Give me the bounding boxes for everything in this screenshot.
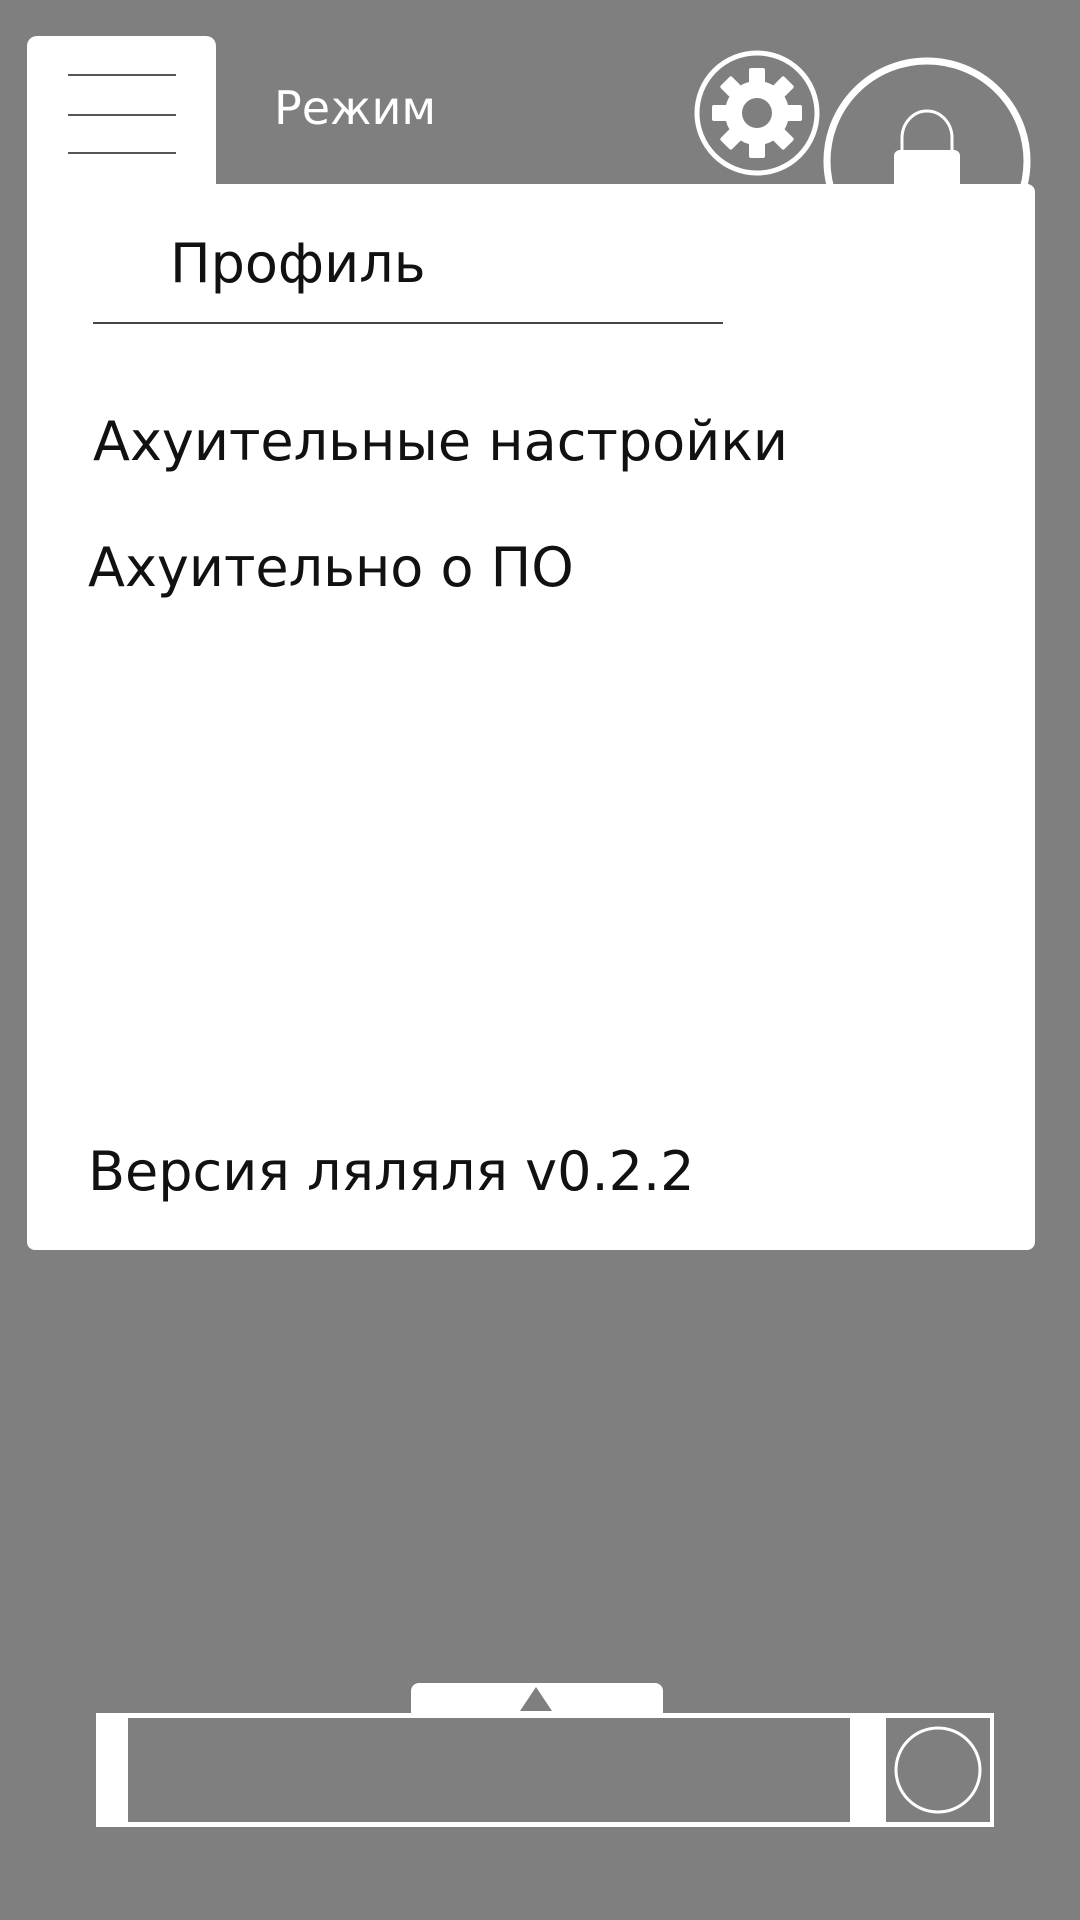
bottom-input-area[interactable] bbox=[128, 1718, 850, 1822]
gear-icon bbox=[694, 50, 820, 176]
profile-title[interactable]: Профиль bbox=[170, 226, 426, 302]
navigation-drawer bbox=[27, 184, 1035, 1250]
app-screen: Режим Профиль Ахуительные настройки Ахуи… bbox=[0, 0, 1080, 1920]
settings-button[interactable] bbox=[694, 50, 820, 176]
bottom-action-button[interactable] bbox=[886, 1718, 990, 1822]
hamburger-icon[interactable] bbox=[68, 74, 176, 154]
triangle-up-icon[interactable] bbox=[520, 1687, 552, 1711]
divider bbox=[93, 322, 723, 324]
menu-item-settings[interactable]: Ахуительные настройки bbox=[93, 404, 788, 480]
mode-label[interactable]: Режим bbox=[274, 78, 436, 138]
menu-item-about[interactable]: Ахуительно о ПО bbox=[88, 530, 574, 606]
circle-icon bbox=[894, 1726, 982, 1814]
version-label: Версия ляляля v0.2.2 bbox=[88, 1140, 695, 1203]
